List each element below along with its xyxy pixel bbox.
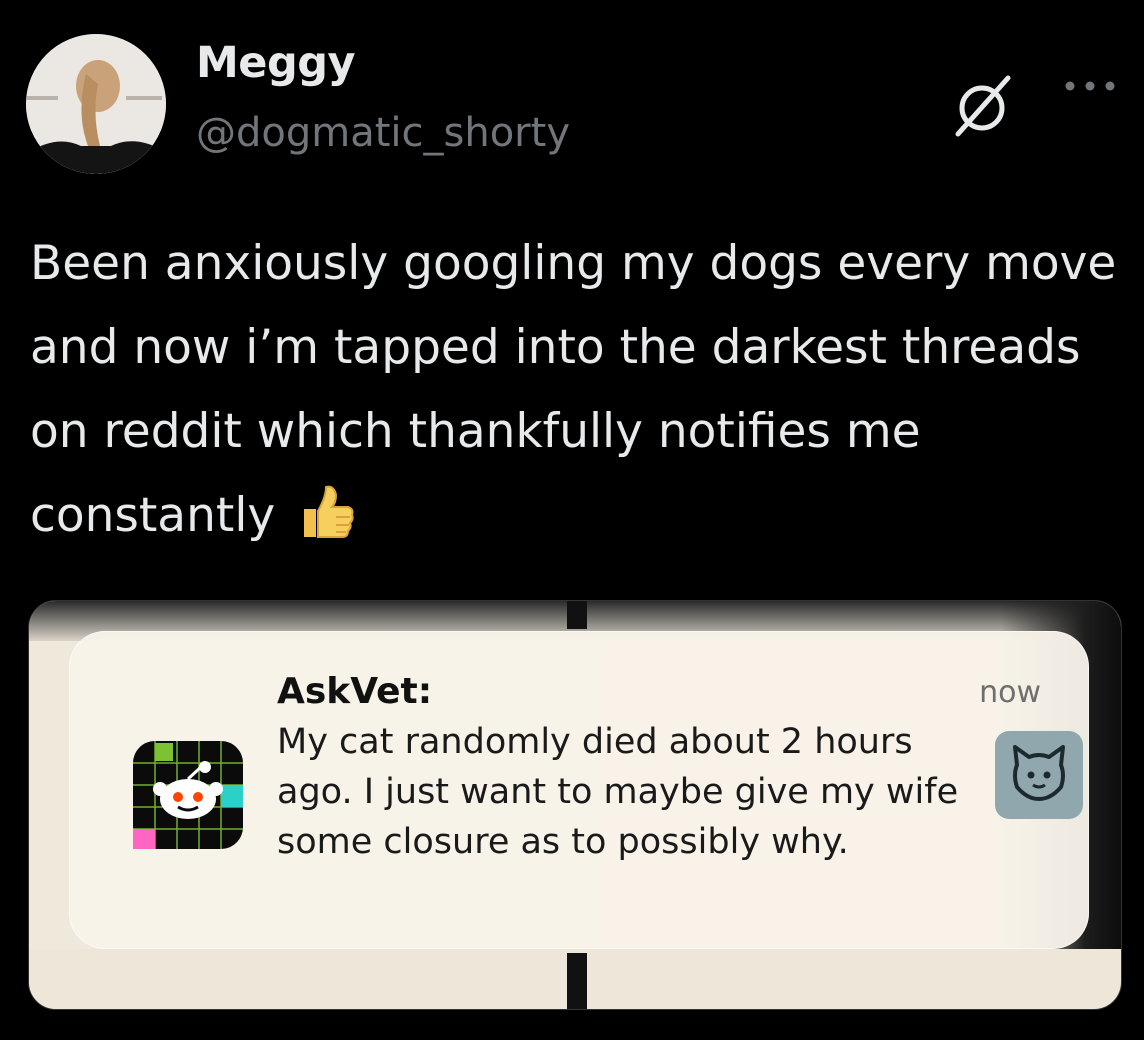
grok-icon[interactable] (946, 70, 1018, 142)
reddit-app-icon (133, 741, 243, 849)
tweet-text: Been anxiously googling my dogs every mo… (30, 222, 1120, 558)
media-dark-bar-top (567, 601, 587, 629)
cat-face-icon (1013, 745, 1065, 801)
media-image[interactable]: AskVet: now My cat randomly died about 2… (28, 600, 1122, 1010)
media-dark-bar-bottom (567, 953, 587, 1009)
cat-face-thumbnail (995, 731, 1083, 819)
notification-title: AskVet: (277, 671, 433, 712)
notification-body: My cat randomly died about 2 hours ago. … (277, 722, 959, 862)
thumbs-up-emoji-icon (304, 485, 354, 538)
avatar-photo (26, 34, 166, 174)
notification-time: now (979, 675, 1041, 710)
tweet-body: Been anxiously googling my dogs every mo… (30, 236, 1117, 543)
display-name[interactable]: Meggy (196, 38, 356, 88)
notification-banner: AskVet: now My cat randomly died about 2… (69, 631, 1089, 949)
handle[interactable]: @dogmatic_shorty (196, 110, 570, 156)
more-icon[interactable] (1062, 74, 1118, 98)
avatar[interactable] (26, 34, 166, 174)
